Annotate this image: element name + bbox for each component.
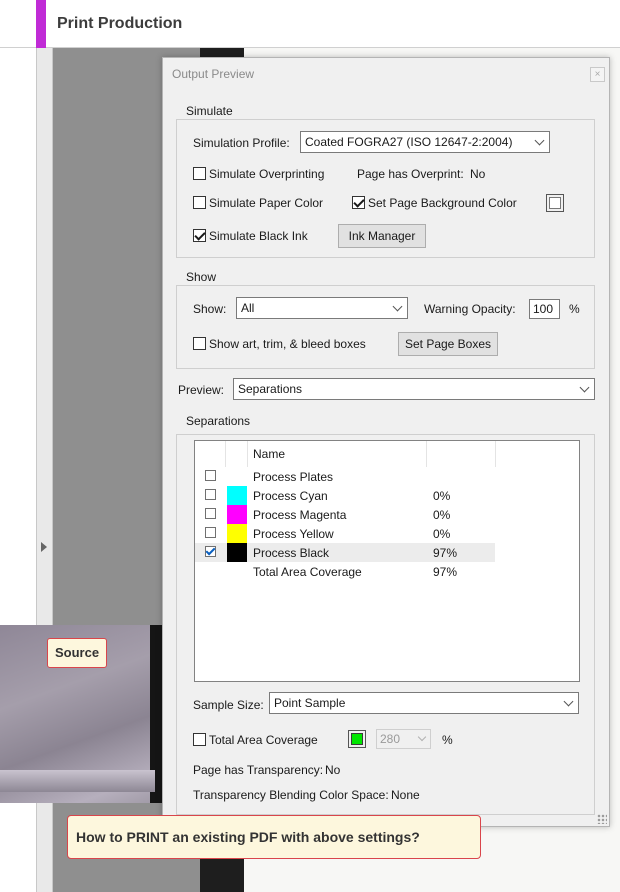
app-accent-bar [36, 0, 46, 48]
separation-value: 0% [433, 508, 451, 522]
app-title: Print Production [57, 15, 183, 32]
resize-grip-icon[interactable] [597, 814, 607, 824]
chevron-down-icon [534, 135, 545, 146]
show-label: Show: [193, 302, 227, 316]
coverage-color-fill [351, 733, 363, 745]
simulate-group-label: Simulate [186, 104, 233, 118]
coverage-percent: % [442, 733, 453, 747]
separation-row-process-black[interactable]: Process Black 97% [195, 543, 495, 562]
background-color-swatch[interactable] [546, 194, 564, 212]
warning-opacity-percent: % [569, 302, 580, 316]
separation-value: 97% [433, 546, 458, 560]
separation-value: 0% [433, 527, 451, 541]
separation-name: Process Plates [253, 470, 334, 484]
separation-row-process-plates[interactable]: Process Plates [195, 467, 495, 486]
separation-row-process-yellow[interactable]: Process Yellow 0% [195, 524, 495, 543]
background-color-fill [549, 197, 561, 209]
output-preview-dialog: Output Preview × Simulate Simulation Pro… [162, 57, 610, 827]
show-boxes-checkbox[interactable] [193, 337, 206, 350]
preview-select[interactable]: Separations [233, 378, 595, 400]
column-divider [225, 441, 226, 467]
ink-manager-button[interactable]: Ink Manager [338, 224, 426, 248]
column-divider [495, 441, 496, 467]
blending-space-value: None [391, 788, 420, 802]
simulation-profile-label: Simulation Profile: [193, 136, 290, 150]
source-badge: Source [47, 638, 108, 668]
separation-name: Process Cyan [253, 489, 328, 503]
process-plates-checkbox[interactable] [205, 470, 216, 481]
separation-row-process-cyan[interactable]: Process Cyan 0% [195, 486, 495, 505]
sample-size-select[interactable]: Point Sample [269, 692, 579, 714]
chevron-down-icon [417, 732, 427, 742]
name-column-header[interactable]: Name [253, 447, 285, 461]
separation-row-process-magenta[interactable]: Process Magenta 0% [195, 505, 495, 524]
page-transparency-label: Page has Transparency: [193, 763, 324, 777]
separation-name: Total Area Coverage [253, 565, 362, 579]
set-page-background-checkbox[interactable] [352, 196, 365, 209]
cyan-swatch [227, 486, 247, 505]
show-value: All [241, 301, 255, 315]
coverage-value-stepper[interactable]: 280 [376, 729, 431, 749]
simulation-profile-select[interactable]: Coated FOGRA27 (ISO 12647-2:2004) [300, 131, 550, 153]
sample-size-value: Point Sample [274, 696, 346, 710]
set-page-boxes-button[interactable]: Set Page Boxes [398, 332, 498, 356]
column-divider [426, 441, 427, 467]
page-overprint-label: Page has Overprint: [357, 167, 464, 181]
simulation-profile-value: Coated FOGRA27 (ISO 12647-2:2004) [305, 135, 513, 149]
magenta-swatch [227, 505, 247, 524]
separation-name: Process Yellow [253, 527, 334, 541]
simulate-overprinting-label: Simulate Overprinting [209, 167, 325, 181]
yellow-swatch [227, 524, 247, 543]
warning-opacity-label: Warning Opacity: [424, 302, 516, 316]
preview-label: Preview: [178, 383, 225, 397]
warning-opacity-input[interactable]: 100 [529, 299, 560, 319]
black-swatch [227, 543, 247, 562]
expand-arrow-icon[interactable] [41, 542, 47, 552]
process-black-checkbox[interactable] [205, 546, 216, 557]
chevron-down-icon [563, 696, 574, 707]
simulate-paper-color-checkbox[interactable] [193, 196, 206, 209]
source-photo-highlight [0, 770, 155, 792]
process-yellow-checkbox[interactable] [205, 527, 216, 538]
simulate-black-ink-label: Simulate Black Ink [209, 229, 308, 243]
process-cyan-checkbox[interactable] [205, 489, 216, 500]
show-select[interactable]: All [236, 297, 408, 319]
page-transparency-value: No [325, 763, 341, 777]
sample-size-label: Sample Size: [193, 698, 264, 712]
separation-name: Process Magenta [253, 508, 347, 522]
column-divider [247, 441, 248, 467]
question-banner: How to PRINT an existing PDF with above … [67, 815, 481, 859]
show-group-label: Show [186, 270, 217, 284]
show-boxes-label: Show art, trim, & bleed boxes [209, 337, 366, 351]
app-header: Print Production [0, 0, 620, 48]
coverage-value: 280 [380, 732, 401, 746]
blending-space-label: Transparency Blending Color Space: [193, 788, 389, 802]
page-overprint-value: No [470, 167, 486, 181]
separation-value: 97% [433, 565, 458, 579]
chevron-down-icon [392, 301, 403, 312]
set-page-background-label: Set Page Background Color [368, 196, 517, 210]
separation-value: 0% [433, 489, 451, 503]
chevron-down-icon [579, 382, 590, 393]
separation-row-total-area-coverage[interactable]: Total Area Coverage 97% [195, 562, 495, 581]
process-magenta-checkbox[interactable] [205, 508, 216, 519]
simulate-overprinting-checkbox[interactable] [193, 167, 206, 180]
close-icon[interactable]: × [590, 67, 605, 82]
dialog-title: Output Preview [172, 67, 255, 81]
coverage-color-swatch[interactable] [348, 730, 366, 748]
separations-list[interactable]: Name Process Plates Process Cyan 0% Proc… [194, 440, 580, 682]
simulate-paper-color-label: Simulate Paper Color [209, 196, 324, 210]
preview-value: Separations [238, 382, 303, 396]
total-area-coverage-checkbox[interactable] [193, 733, 206, 746]
separation-name: Process Black [253, 546, 330, 560]
total-area-coverage-label: Total Area Coverage [209, 733, 318, 747]
separations-group-label: Separations [186, 414, 251, 428]
simulate-black-ink-checkbox[interactable] [193, 229, 206, 242]
